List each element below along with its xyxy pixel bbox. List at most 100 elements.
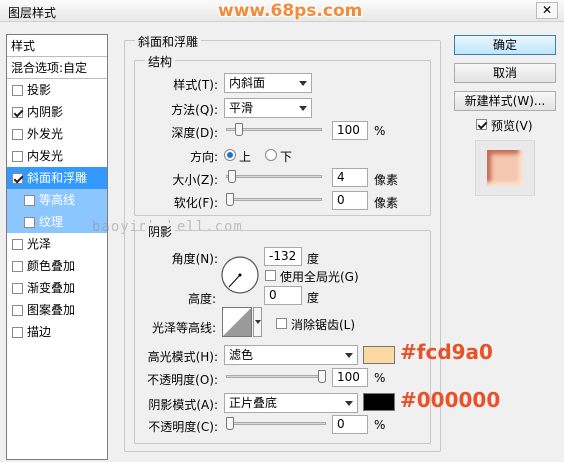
- style-select[interactable]: 内斜面: [224, 73, 312, 93]
- style-item[interactable]: 外发光: [7, 123, 107, 145]
- title-bar: 图层样式 www.68ps.com ✕: [0, 0, 564, 22]
- ok-button[interactable]: 确定: [454, 35, 556, 55]
- style-item[interactable]: 斜面和浮雕: [7, 167, 107, 189]
- style-label: 样式(T):: [173, 78, 218, 92]
- angle-dial[interactable]: [219, 254, 261, 296]
- style-item-checkbox[interactable]: [12, 84, 23, 96]
- preview-checkbox[interactable]: [476, 119, 487, 130]
- style-item-label: 外发光: [27, 127, 64, 141]
- soften-slider-handle[interactable]: [226, 193, 234, 206]
- anti-alias-checkbox[interactable]: [276, 318, 287, 329]
- style-item[interactable]: 内阴影: [7, 101, 107, 123]
- style-item[interactable]: 图案叠加: [7, 299, 107, 321]
- style-item-checkbox[interactable]: [12, 106, 23, 118]
- window-title: 图层样式: [8, 6, 57, 20]
- soften-slider[interactable]: [226, 193, 322, 207]
- highlight-mode-label: 高光模式(H):: [147, 350, 218, 364]
- style-item-checkbox[interactable]: [12, 260, 23, 272]
- style-item[interactable]: 投影: [7, 79, 107, 101]
- style-item-label: 内阴影: [27, 105, 64, 119]
- size-unit: 像素: [374, 173, 399, 187]
- highlight-color-swatch[interactable]: [363, 346, 395, 364]
- highlight-opacity-slider[interactable]: [226, 370, 326, 384]
- direction-up-radio[interactable]: [224, 149, 236, 161]
- site-watermark: www.68ps.com: [218, 1, 363, 21]
- style-item[interactable]: 光泽: [7, 233, 107, 255]
- style-item[interactable]: 描边: [7, 321, 107, 343]
- style-item-checkbox[interactable]: [12, 238, 23, 250]
- technique-select[interactable]: 平滑: [224, 98, 312, 118]
- style-item[interactable]: 内发光: [7, 145, 107, 167]
- gloss-contour-label: 光泽等高线:: [151, 321, 216, 335]
- style-item-checkbox[interactable]: [12, 128, 23, 140]
- depth-unit: %: [374, 124, 386, 138]
- style-item-label: 渐变叠加: [27, 281, 76, 295]
- soften-input[interactable]: 0: [332, 191, 368, 210]
- size-slider-handle[interactable]: [228, 170, 236, 183]
- size-label: 大小(Z):: [172, 173, 218, 187]
- shadow-mode-label: 阴影模式(A):: [148, 398, 218, 412]
- global-light-checkbox[interactable]: [265, 270, 276, 281]
- chevron-down-icon: [345, 401, 353, 406]
- preview-label: 预览(V): [491, 119, 533, 133]
- style-item-checkbox[interactable]: [12, 326, 23, 338]
- chevron-down-icon: [299, 81, 307, 86]
- style-item[interactable]: 渐变叠加: [7, 277, 107, 299]
- structure-title: 结构: [145, 53, 176, 70]
- shadow-opacity-slider[interactable]: [226, 417, 326, 431]
- bevel-emboss-title: 斜面和浮雕: [135, 33, 202, 50]
- style-item-checkbox[interactable]: [12, 282, 23, 294]
- highlight-opacity-track: [226, 375, 326, 378]
- highlight-hex-annotation: #fcd9a0: [400, 340, 493, 364]
- depth-slider[interactable]: [226, 123, 322, 137]
- gloss-contour-picker[interactable]: [222, 307, 262, 337]
- technique-select-value: 平滑: [229, 101, 254, 115]
- close-icon[interactable]: ✕: [536, 2, 558, 19]
- style-item[interactable]: 颜色叠加: [7, 255, 107, 277]
- blend-options-item[interactable]: 混合选项:自定: [7, 57, 107, 79]
- altitude-label: 高度:: [187, 292, 216, 306]
- shadow-opacity-input[interactable]: 0: [332, 415, 368, 434]
- style-item-checkbox[interactable]: [12, 150, 23, 162]
- style-item[interactable]: 等高线: [7, 189, 107, 211]
- shadow-color-swatch[interactable]: [363, 393, 395, 411]
- direction-label: 方向:: [189, 150, 218, 164]
- preview-swatch-image: [487, 150, 523, 186]
- cancel-button[interactable]: 取消: [454, 63, 556, 83]
- shadow-mode-value: 正片叠底: [229, 396, 278, 410]
- angle-input[interactable]: -132: [264, 247, 302, 266]
- contour-dropdown[interactable]: [253, 307, 262, 337]
- size-input[interactable]: 4: [332, 168, 368, 187]
- shadow-opacity-unit: %: [374, 418, 386, 432]
- highlight-mode-value: 滤色: [229, 348, 254, 362]
- size-slider[interactable]: [226, 170, 322, 184]
- highlight-opacity-handle[interactable]: [318, 370, 326, 383]
- style-item-label: 等高线: [39, 193, 76, 207]
- chevron-down-icon: [299, 106, 307, 111]
- style-item-checkbox[interactable]: [12, 304, 23, 316]
- new-style-button[interactable]: 新建样式(W)...: [454, 91, 556, 111]
- shading-title: 阴影: [145, 223, 176, 240]
- shadow-opacity-handle[interactable]: [226, 417, 234, 430]
- style-item-label: 图案叠加: [27, 303, 76, 317]
- size-slider-track: [226, 175, 322, 178]
- style-item-label: 投影: [27, 83, 52, 97]
- highlight-opacity-input[interactable]: 100: [332, 368, 368, 387]
- style-item-checkbox[interactable]: [12, 172, 23, 184]
- style-item-label: 内发光: [27, 149, 64, 163]
- depth-input[interactable]: 100: [332, 121, 368, 140]
- direction-down-radio[interactable]: [265, 149, 277, 161]
- altitude-input[interactable]: 0: [264, 286, 302, 305]
- shadow-mode-select[interactable]: 正片叠底: [224, 393, 358, 413]
- chevron-down-icon: [255, 320, 261, 324]
- depth-slider-handle[interactable]: [235, 123, 243, 136]
- shadow-opacity-track: [226, 422, 326, 425]
- highlight-mode-select[interactable]: 滤色: [224, 345, 358, 365]
- layer-style-dialog: 图层样式 www.68ps.com ✕ 样式 混合选项:自定 投影 内阴影 外发光内…: [0, 0, 564, 462]
- highlight-opacity-label: 不透明度(O):: [147, 373, 218, 387]
- style-item-checkbox[interactable]: [24, 216, 35, 228]
- preview-thumbnail: [475, 140, 535, 196]
- style-list: 样式 混合选项:自定 投影 内阴影 外发光 内发光 斜面和浮雕 等高线 纹理 光泽 颜色叠加 渐变…: [6, 34, 108, 460]
- style-item-checkbox[interactable]: [24, 194, 35, 206]
- style-list-header[interactable]: 样式: [7, 35, 107, 57]
